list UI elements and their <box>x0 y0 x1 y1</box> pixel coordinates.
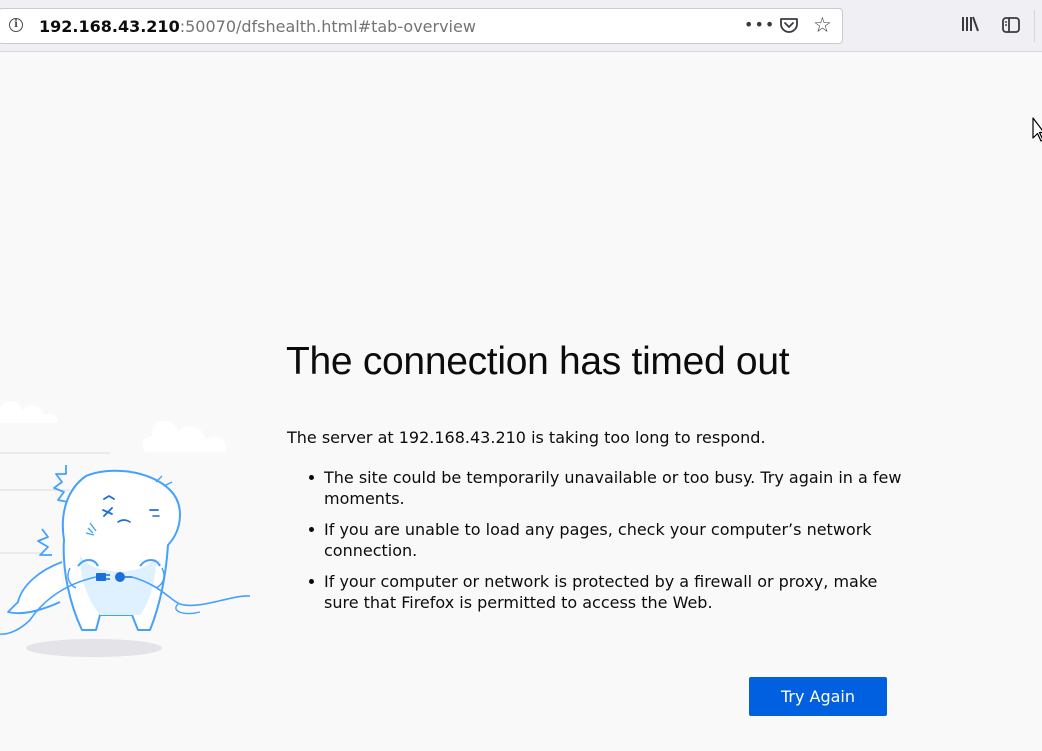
pocket-icon[interactable] <box>779 15 799 39</box>
suggestion-item: If your computer or network is protected… <box>306 571 906 613</box>
sidebar-icon[interactable] <box>1001 16 1021 38</box>
suggestion-list: The site could be temporarily unavailabl… <box>306 467 906 623</box>
url-bar[interactable]: i 192.168.43.210:50070/dfshealth.html#ta… <box>0 8 843 44</box>
page-actions-icon[interactable]: ••• <box>744 15 775 34</box>
url-text[interactable]: 192.168.43.210:50070/dfshealth.html#tab-… <box>39 17 476 36</box>
mouse-cursor-icon <box>1032 117 1042 147</box>
page-title: The connection has timed out <box>286 340 790 383</box>
toolbar-divider <box>1034 10 1035 42</box>
url-path: :50070/dfshealth.html#tab-overview <box>179 17 476 36</box>
info-icon[interactable]: i <box>9 18 23 32</box>
error-description: The server at 192.168.43.210 is taking t… <box>287 428 766 447</box>
url-host: 192.168.43.210 <box>39 17 180 36</box>
browser-toolbar: i 192.168.43.210:50070/dfshealth.html#ta… <box>0 0 1042 52</box>
suggestion-item: The site could be temporarily unavailabl… <box>306 467 906 509</box>
dinosaur-illustration <box>0 390 260 670</box>
try-again-button[interactable]: Try Again <box>749 677 887 716</box>
suggestion-item: If you are unable to load any pages, che… <box>306 519 906 561</box>
library-icon[interactable] <box>960 15 980 37</box>
bookmark-star-icon[interactable]: ☆ <box>813 13 832 37</box>
